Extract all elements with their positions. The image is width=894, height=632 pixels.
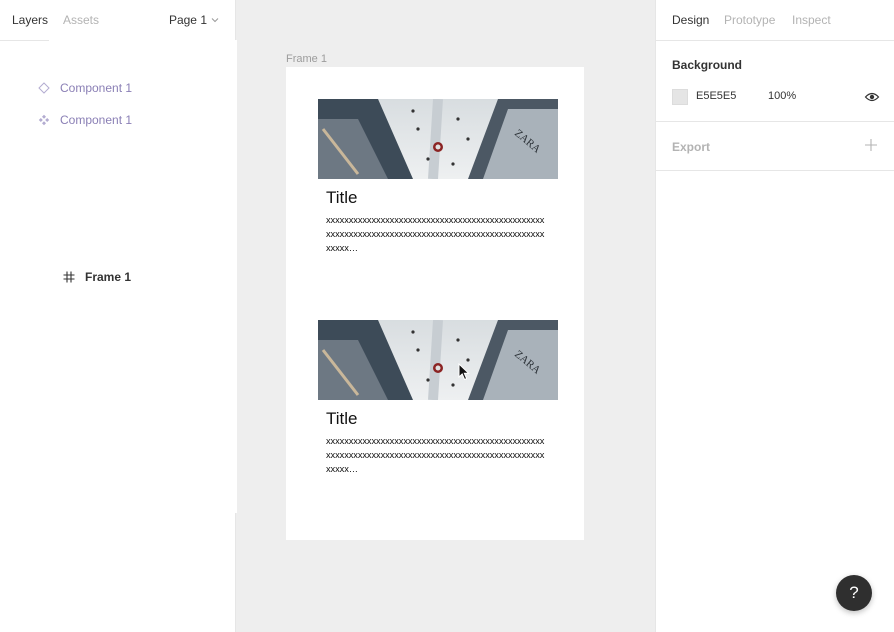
- add-export-icon[interactable]: [864, 138, 878, 152]
- page-selector-label: Page 1: [168, 13, 207, 27]
- design-panel-header: Design Prototype Inspect: [656, 0, 894, 41]
- component-icon: [37, 113, 51, 127]
- instance-diamond-icon: [37, 81, 51, 95]
- component-card[interactable]: ZARA Title xxxxxxxxxxxxxxxxxxxxxxxxxxxxx…: [318, 320, 558, 476]
- export-section: Export: [656, 122, 894, 171]
- canvas[interactable]: Frame 1 ZARA Title xxxxxxxxxxxxxxxxxxxxx…: [237, 0, 655, 632]
- card-body: xxxxxxxxxxxxxxxxxxxxxxxxxxxxxxxxxxxxxxxx…: [326, 215, 545, 253]
- help-button[interactable]: ?: [836, 575, 872, 611]
- frame-hash-icon: [62, 270, 76, 284]
- mouse-cursor-icon: [458, 363, 470, 381]
- frame-1[interactable]: ZARA Title xxxxxxxxxxxxxxxxxxxxxxxxxxxxx…: [286, 67, 584, 540]
- layer-label: Component 1: [60, 113, 133, 127]
- tab-inspect[interactable]: Inspect: [792, 13, 831, 27]
- tab-design[interactable]: Design: [672, 13, 709, 27]
- tab-prototype[interactable]: Prototype: [724, 13, 775, 27]
- card-title: Title: [326, 409, 358, 428]
- frame-label[interactable]: Frame 1: [286, 53, 327, 65]
- layer-component-main[interactable]: Component 1: [0, 104, 236, 136]
- card-image: ZARA: [318, 99, 558, 179]
- background-color-swatch[interactable]: [672, 89, 688, 105]
- chevron-down-icon: [211, 18, 219, 23]
- tab-assets[interactable]: Assets: [63, 13, 99, 27]
- background-hex-value[interactable]: E5E5E5: [696, 90, 736, 102]
- design-panel: Design Prototype Inspect Background E5E5…: [655, 0, 894, 632]
- layers-panel: Layers Assets Page 1 Frame 1 Component 1…: [0, 0, 347, 632]
- layers-panel-header: Layers Assets Page 1: [0, 0, 235, 41]
- page-selector[interactable]: Page 1: [169, 13, 219, 27]
- card-body: xxxxxxxxxxxxxxxxxxxxxxxxxxxxxxxxxxxxxxxx…: [326, 436, 545, 474]
- background-opacity-value[interactable]: 100%: [768, 90, 796, 102]
- tab-layers[interactable]: Layers: [12, 13, 48, 27]
- layer-label: Component 1: [60, 81, 133, 95]
- component-card[interactable]: ZARA Title xxxxxxxxxxxxxxxxxxxxxxxxxxxxx…: [318, 99, 558, 255]
- layer-label: Frame 1: [85, 269, 132, 284]
- background-section: Background E5E5E5 100%: [656, 41, 894, 122]
- card-image: ZARA: [318, 320, 558, 400]
- background-section-title: Background: [672, 58, 743, 72]
- card-title: Title: [326, 188, 358, 207]
- layer-component-instance[interactable]: Component 1: [0, 72, 236, 104]
- export-section-title: Export: [672, 140, 711, 154]
- eye-icon[interactable]: [864, 90, 880, 104]
